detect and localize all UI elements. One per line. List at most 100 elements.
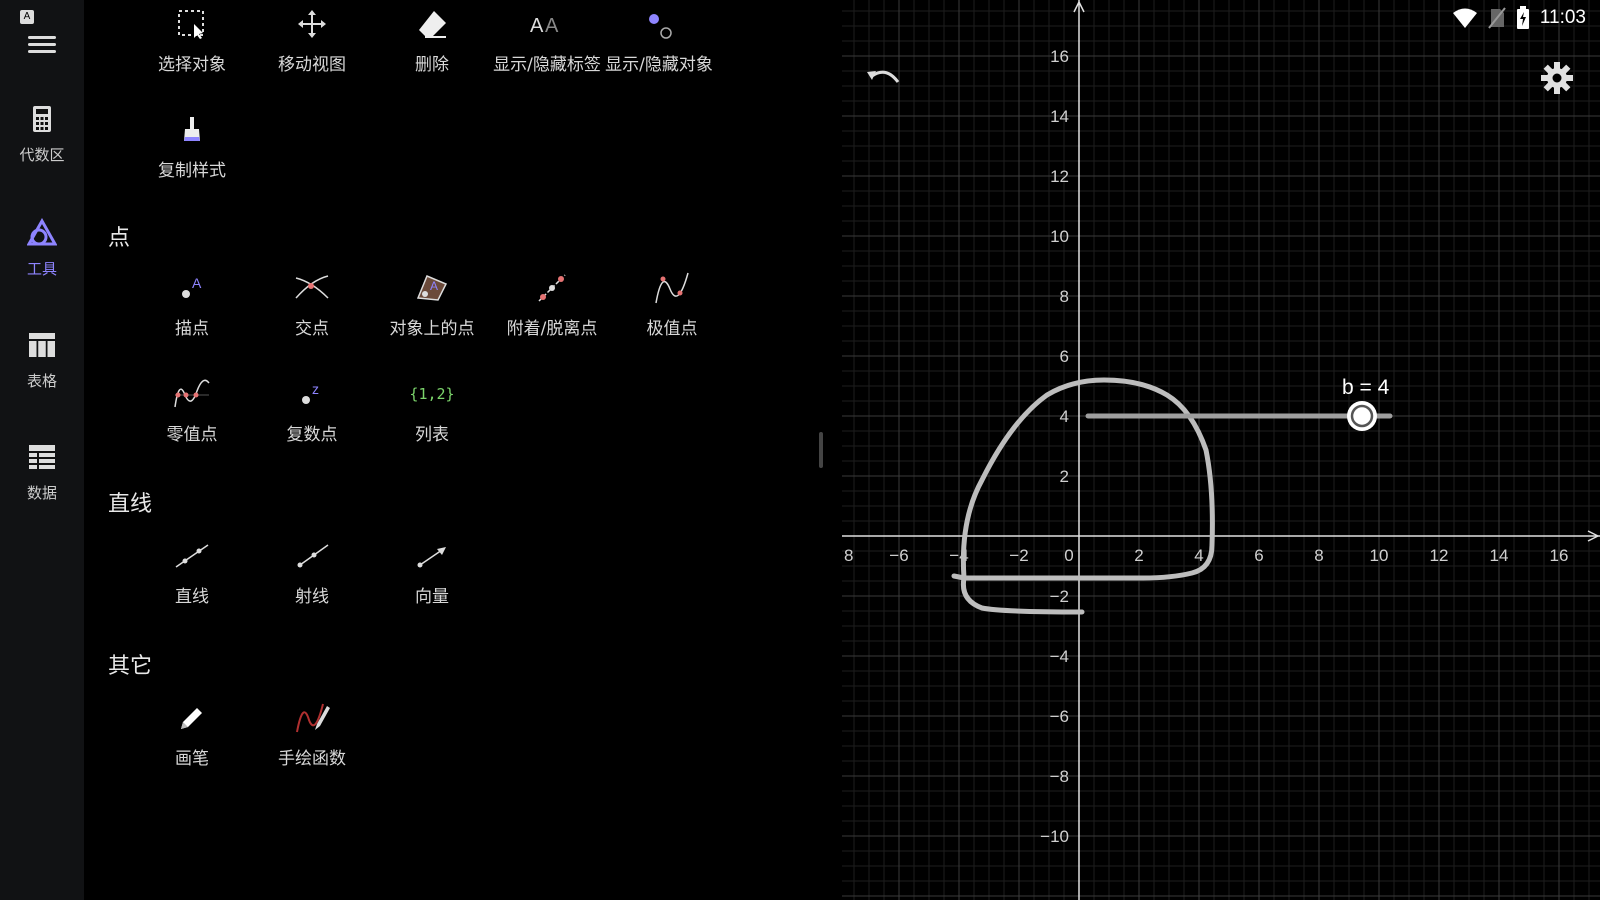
tool-label: 移动视图 xyxy=(278,55,346,75)
section-title-other: 其它 xyxy=(108,654,153,679)
x-tick-label: 12 xyxy=(1430,546,1449,565)
tool-label: 画笔 xyxy=(175,749,209,769)
y-tick-label: 2 xyxy=(1060,467,1069,486)
tool-roots[interactable]: 零值点 xyxy=(132,374,252,460)
roots-icon xyxy=(174,379,210,408)
tools-panel: 选择对象 移动视图 删除 A A 显示/隐藏标签 显示/隐藏对象 复制样式 点 xyxy=(84,0,842,900)
rail-item-label: 代数区 xyxy=(19,146,65,164)
tool-select-objects[interactable]: 选择对象 xyxy=(132,4,252,90)
tool-list[interactable]: {1,2} 列表 xyxy=(372,374,492,460)
show-hide-dots-icon xyxy=(649,14,672,39)
extremum-icon xyxy=(655,272,689,304)
line-icon xyxy=(175,544,209,568)
tool-point[interactable]: A 描点 xyxy=(132,268,252,354)
section-title-points: 点 xyxy=(108,226,131,251)
tool-label: 显示/隐藏对象 xyxy=(605,55,713,75)
tool-label: 直线 xyxy=(175,587,209,607)
tool-freehand-function[interactable]: 手绘函数 xyxy=(252,698,372,784)
settings-button[interactable] xyxy=(1539,60,1575,96)
label-aa-icon: A A xyxy=(530,15,559,37)
y-tick-label: 8 xyxy=(1060,287,1069,306)
x-tick-label: 2 xyxy=(1134,546,1143,565)
y-tick-label: 12 xyxy=(1050,167,1069,186)
tool-ray[interactable]: 射线 xyxy=(252,536,372,622)
y-tick-label: 10 xyxy=(1050,227,1069,246)
table-icon xyxy=(29,333,55,357)
tool-line[interactable]: 直线 xyxy=(132,536,252,622)
tool-label: 对象上的点 xyxy=(389,319,475,339)
tool-intersect[interactable]: 交点 xyxy=(252,268,372,354)
complex-point-icon: z xyxy=(302,381,319,404)
svg-text:A: A xyxy=(430,279,438,293)
y-tick-label: 16 xyxy=(1050,47,1069,66)
tool-label: 列表 xyxy=(415,425,449,445)
tool-move-view[interactable]: 移动视图 xyxy=(252,4,372,90)
x-tick-label: 6 xyxy=(1254,546,1263,565)
tool-label: 零值点 xyxy=(166,425,218,445)
x-tick-label: −2 xyxy=(1009,546,1028,565)
freehand-function-icon xyxy=(296,703,330,733)
tool-label: 复数点 xyxy=(286,425,338,445)
rail-item-data[interactable]: 数据 xyxy=(0,442,84,522)
x-tick-label: 8 xyxy=(1314,546,1323,565)
data-grid-icon xyxy=(29,445,55,469)
tool-extremum[interactable]: 极值点 xyxy=(612,268,732,354)
tool-point-on-object[interactable]: A 对象上的点 xyxy=(372,268,492,354)
rail-item-label: 表格 xyxy=(26,372,57,390)
tool-complex-number[interactable]: z 复数点 xyxy=(252,374,372,460)
point-icon: A xyxy=(182,275,202,298)
tools-shapes-icon xyxy=(26,217,58,246)
pencil-icon xyxy=(181,708,202,729)
svg-text:A: A xyxy=(192,275,202,291)
y-tick-label: −4 xyxy=(1050,647,1069,666)
wifi-icon xyxy=(1452,8,1477,28)
tool-vector[interactable]: 向量 xyxy=(372,536,492,622)
y-tick-label: −8 xyxy=(1050,767,1069,786)
tool-show-hide-object[interactable]: 显示/隐藏对象 xyxy=(594,4,724,90)
x-tick-label: 4 xyxy=(1194,546,1203,565)
y-tick-label: −2 xyxy=(1050,587,1069,606)
paint-brush-icon xyxy=(184,117,200,141)
slider-label: b = 4 xyxy=(1342,376,1390,399)
x-tick-label: 14 xyxy=(1490,546,1509,565)
y-tick-label: −10 xyxy=(1040,827,1069,846)
graphics-view[interactable]: 8 −6 −4 −2 0 2 4 6 8 10 12 14 16 16 14 12 10 8 6 4 2 −2 −4 −6 −8… xyxy=(842,0,1600,900)
panel-scroll-handle[interactable] xyxy=(819,432,823,468)
rail-item-label: 工具 xyxy=(26,260,57,278)
tool-label: 描点 xyxy=(175,319,209,339)
tool-label: 向量 xyxy=(415,587,449,607)
rail-item-tools[interactable]: 工具 xyxy=(0,217,84,298)
battery-charging-icon xyxy=(1516,6,1529,29)
no-sim-icon xyxy=(1488,7,1506,29)
section-title-lines: 直线 xyxy=(108,492,153,517)
tool-pen[interactable]: 画笔 xyxy=(132,698,252,784)
list-braces-icon: {1,2} xyxy=(409,385,455,403)
x-tick-label: 8 xyxy=(844,546,853,565)
eraser-icon xyxy=(419,11,446,38)
tool-label: 复制样式 xyxy=(158,161,226,181)
tool-label: 选择对象 xyxy=(158,55,226,75)
x-tick-label: 10 xyxy=(1370,546,1389,565)
tool-attach-detach-point[interactable]: 附着/脱离点 xyxy=(492,268,612,354)
graphics-canvas[interactable]: 8 −6 −4 −2 0 2 4 6 8 10 12 14 16161412108642−2−4−6−8… xyxy=(842,0,1600,900)
undo-button[interactable] xyxy=(864,64,904,94)
calculator-icon xyxy=(33,106,51,132)
svg-text:A: A xyxy=(545,15,559,37)
rail-item-table[interactable]: 表格 xyxy=(0,330,84,410)
x-tick-label: 16 xyxy=(1550,546,1569,565)
tool-copy-style[interactable]: 复制样式 xyxy=(132,110,252,196)
attach-detach-icon xyxy=(538,274,566,302)
y-tick-label: 6 xyxy=(1060,347,1069,366)
y-tick-label: 4 xyxy=(1060,407,1069,426)
navigation-rail: 代数区 工具 表格 数据 xyxy=(0,0,84,900)
hamburger-menu-icon[interactable] xyxy=(28,32,56,54)
tool-label: 附着/脱离点 xyxy=(506,319,598,339)
svg-text:A: A xyxy=(530,15,544,37)
rail-item-algebra[interactable]: 代数区 xyxy=(0,104,84,184)
move-arrows-icon xyxy=(298,10,326,38)
y-tick-label: −6 xyxy=(1050,707,1069,726)
gear-icon xyxy=(1541,62,1573,94)
select-rectangle-icon xyxy=(178,10,204,39)
point-on-object-icon: A xyxy=(416,275,448,301)
tool-label: 射线 xyxy=(295,587,329,607)
